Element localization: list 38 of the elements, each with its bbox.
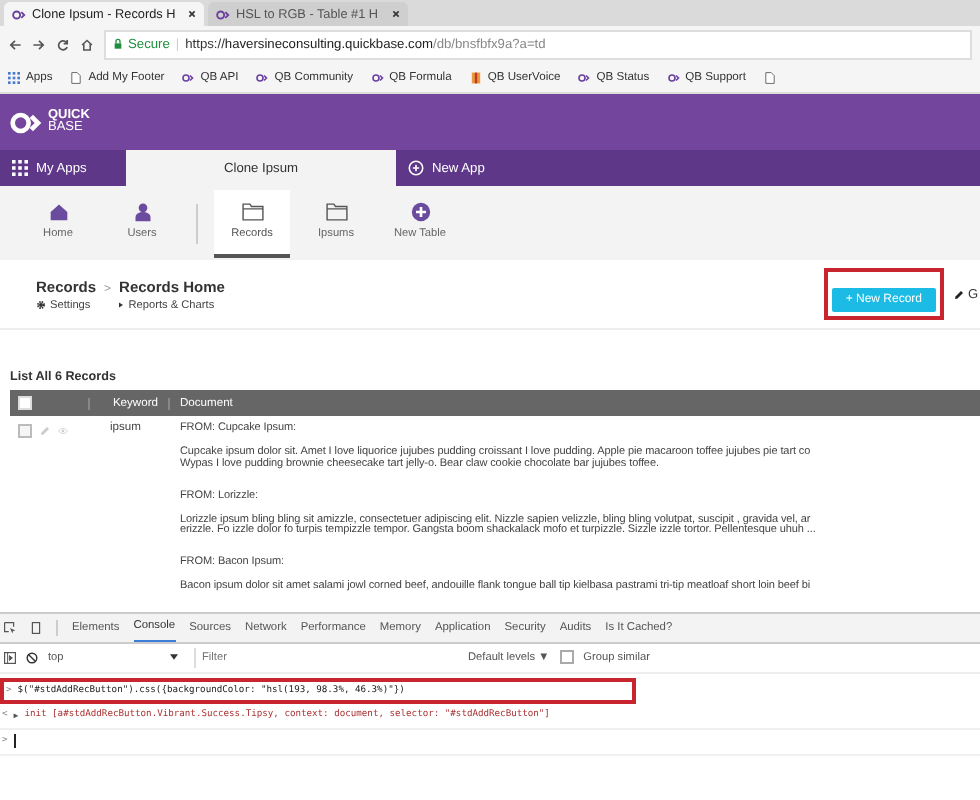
lock-icon xyxy=(114,38,122,50)
sidebar-toggle-icon[interactable] xyxy=(4,651,16,664)
page-icon xyxy=(70,71,83,83)
row-checkbox[interactable] xyxy=(18,424,32,438)
user-icon xyxy=(131,202,153,222)
back-icon[interactable] xyxy=(8,37,22,51)
add-app-icon xyxy=(408,160,424,176)
inspect-icon[interactable] xyxy=(4,621,16,634)
home-icon[interactable] xyxy=(80,37,94,51)
quickbase-icon xyxy=(256,71,269,83)
forward-icon[interactable] xyxy=(32,37,46,51)
quickbase-icon xyxy=(371,71,384,83)
quickbase-icon xyxy=(667,71,680,83)
page-icon[interactable] xyxy=(763,71,776,83)
add-icon xyxy=(409,202,431,222)
quickbase-icon xyxy=(578,71,591,83)
logo-icon xyxy=(10,111,42,133)
grid-icon xyxy=(8,71,20,83)
bookmark-icon xyxy=(469,71,482,83)
device-icon[interactable] xyxy=(30,621,42,634)
close-icon[interactable] xyxy=(392,10,400,18)
close-icon[interactable] xyxy=(188,10,196,18)
folder-icon xyxy=(241,202,263,222)
select-all-checkbox[interactable] xyxy=(18,396,32,410)
group-similar-checkbox[interactable] xyxy=(559,650,574,665)
reload-icon[interactable] xyxy=(56,37,70,51)
settings-icon xyxy=(36,300,46,310)
home-icon xyxy=(47,202,69,222)
caret-icon xyxy=(118,302,125,308)
folder-icon xyxy=(325,202,347,222)
clear-icon[interactable] xyxy=(26,651,38,664)
grid-icon xyxy=(12,160,28,176)
text-cursor xyxy=(13,734,16,749)
quickbase-icon xyxy=(182,71,195,83)
pencil-icon xyxy=(954,289,964,299)
dropdown-icon xyxy=(170,654,178,661)
quickbase-icon xyxy=(12,9,26,19)
quickbase-icon xyxy=(216,9,230,19)
